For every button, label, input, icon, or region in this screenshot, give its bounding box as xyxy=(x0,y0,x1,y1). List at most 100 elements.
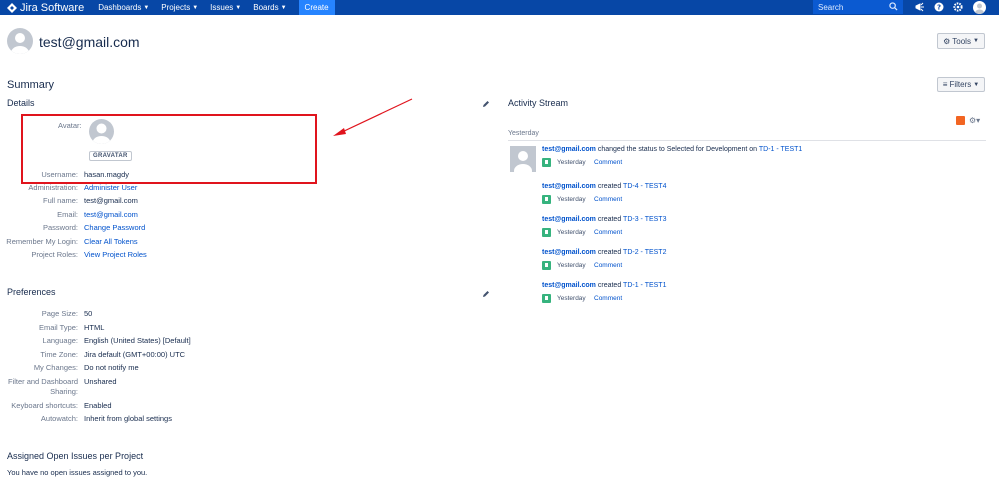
administer-user-link[interactable]: Administer User xyxy=(84,183,137,193)
rss-feed-icon[interactable] xyxy=(956,116,965,125)
chevron-down-icon: ▼ xyxy=(235,4,242,11)
comment-link[interactable]: Comment xyxy=(594,159,622,166)
activity-action: changed the status to Selected for Devel… xyxy=(597,146,758,153)
detail-row-full-name: Full name: test@gmail.com xyxy=(0,196,138,206)
pref-row-autowatch: Autowatch: Inherit from global settings xyxy=(0,414,172,424)
create-button[interactable]: Create xyxy=(298,0,335,15)
preferences-heading: Preferences xyxy=(7,287,56,297)
detail-value: hasan.magdy xyxy=(84,170,130,179)
detail-row-remember-login: Remember My Login: Clear All Tokens xyxy=(0,237,138,247)
nav-menu-issues[interactable]: Issues ▼ xyxy=(210,3,241,12)
comment-link[interactable]: Comment xyxy=(594,262,622,269)
search-placeholder: Search xyxy=(818,2,844,12)
tools-button[interactable]: ⚙ Tools ▼ xyxy=(937,33,985,49)
chevron-down-icon: ▼ xyxy=(280,4,287,11)
detail-label: Password: xyxy=(42,223,78,232)
activity-user-link[interactable]: test@gmail.com xyxy=(542,216,596,223)
activity-issue-link[interactable]: TD-2 - TEST2 xyxy=(623,249,666,256)
view-project-roles-link[interactable]: View Project Roles xyxy=(84,250,147,260)
email-link[interactable]: test@gmail.com xyxy=(84,210,138,220)
activity-user-avatar[interactable] xyxy=(510,146,536,172)
activity-issue-link[interactable]: TD-1 - TEST1 xyxy=(623,282,666,289)
chevron-down-icon: ▼ xyxy=(973,81,980,88)
pref-row-language: Language: English (United States) [Defau… xyxy=(0,336,191,346)
story-icon xyxy=(542,228,551,237)
notifications-icon[interactable] xyxy=(914,1,926,13)
activity-time: Yesterday xyxy=(557,196,586,203)
comment-link[interactable]: Comment xyxy=(594,295,622,302)
activity-issue-link[interactable]: TD-3 - TEST3 xyxy=(623,216,666,223)
pref-label: My Changes: xyxy=(33,363,78,372)
gear-icon xyxy=(953,2,963,12)
activity-item: test@gmail.com created TD-1 - TEST1 Yest… xyxy=(542,282,666,303)
change-password-link[interactable]: Change Password xyxy=(84,223,145,233)
nav-menu-projects[interactable]: Projects ▼ xyxy=(161,3,198,12)
activity-issue-link[interactable]: TD-4 - TEST4 xyxy=(623,183,666,190)
pref-value: Inherit from global settings xyxy=(84,414,172,423)
profile-avatar[interactable] xyxy=(973,1,986,14)
jira-logo[interactable]: Jira Software xyxy=(7,2,84,14)
detail-value: test@gmail.com xyxy=(84,196,138,205)
story-icon xyxy=(542,261,551,270)
activity-user-link[interactable]: test@gmail.com xyxy=(542,146,596,153)
nav-menu-label: Issues xyxy=(210,3,234,12)
assigned-issues-heading: Assigned Open Issues per Project xyxy=(7,451,144,461)
search-input[interactable]: Search xyxy=(813,0,903,14)
detail-label: Full name: xyxy=(42,196,78,205)
avatar-label: Avatar: xyxy=(58,121,82,130)
nav-menu-boards[interactable]: Boards ▼ xyxy=(253,3,286,12)
pref-label-line: Filter and Dashboard xyxy=(7,377,78,386)
pref-label: Page Size: xyxy=(41,309,78,318)
edit-preferences-pencil-icon[interactable] xyxy=(482,290,490,298)
nav-menu-label: Dashboards xyxy=(98,3,142,12)
activity-item: test@gmail.com changed the status to Sel… xyxy=(542,146,802,167)
edit-details-pencil-icon[interactable] xyxy=(482,100,490,108)
activity-issue-link[interactable]: TD-1 - TEST1 xyxy=(759,146,802,153)
activity-user-link[interactable]: test@gmail.com xyxy=(542,282,596,289)
story-icon xyxy=(542,158,551,167)
pref-label: Time Zone: xyxy=(40,350,78,359)
pref-label: Language: xyxy=(42,336,78,345)
activity-action: created xyxy=(597,183,622,190)
brand-name: Jira Software xyxy=(20,1,85,14)
comment-link[interactable]: Comment xyxy=(594,196,622,203)
pref-value: Jira default (GMT+00:00) UTC xyxy=(84,350,186,359)
activity-user-link[interactable]: test@gmail.com xyxy=(542,183,596,190)
no-issues-message: You have no open issues assigned to you. xyxy=(7,468,148,477)
detail-label: Username: xyxy=(41,170,78,179)
pref-label: Autowatch: xyxy=(40,414,78,423)
activity-item: test@gmail.com created TD-2 - TEST2 Yest… xyxy=(542,249,666,270)
clear-all-tokens-link[interactable]: Clear All Tokens xyxy=(84,237,138,247)
help-icon[interactable]: ? xyxy=(933,1,945,13)
pref-row-my-changes: My Changes: Do not notify me xyxy=(0,363,139,373)
gravatar-badge: GRAVATAR xyxy=(89,151,132,161)
activity-action: created xyxy=(597,282,622,289)
profile-avatar-image[interactable] xyxy=(89,119,114,144)
detail-row-administration: Administration: Administer User xyxy=(0,183,137,193)
summary-heading: Summary xyxy=(7,79,55,91)
filters-button[interactable]: ≡ Filters ▼ xyxy=(937,77,985,92)
filter-icon: ≡ xyxy=(942,80,948,89)
pref-value: Do not notify me xyxy=(84,363,139,372)
pref-row-keyboard-shortcuts: Keyboard shortcuts: Enabled xyxy=(0,401,111,411)
tools-label: Tools xyxy=(952,36,971,46)
stream-settings-gear-icon[interactable]: ⚙▾ xyxy=(969,116,980,125)
user-silhouette-icon xyxy=(11,33,29,54)
pref-value: 50 xyxy=(84,309,93,318)
pref-label-line: Sharing: xyxy=(50,387,78,396)
chevron-down-icon: ▼ xyxy=(143,4,150,11)
detail-label: Administration: xyxy=(28,183,78,192)
pref-row-sharing: Filter and Dashboard Sharing: Unshared xyxy=(0,377,117,397)
pref-label: Filter and Dashboard Sharing: xyxy=(0,377,84,397)
gear-icon: ⚙ xyxy=(943,36,951,46)
megaphone-icon xyxy=(915,2,924,12)
nav-menu-label: Projects xyxy=(161,3,191,12)
red-arrow-annotation xyxy=(333,98,413,136)
story-icon xyxy=(542,294,551,303)
comment-link[interactable]: Comment xyxy=(594,229,622,236)
settings-gear-icon[interactable] xyxy=(952,1,964,13)
svg-text:?: ? xyxy=(937,4,941,12)
story-icon xyxy=(542,195,551,204)
nav-menu-dashboards[interactable]: Dashboards ▼ xyxy=(98,3,149,12)
activity-user-link[interactable]: test@gmail.com xyxy=(542,249,596,256)
